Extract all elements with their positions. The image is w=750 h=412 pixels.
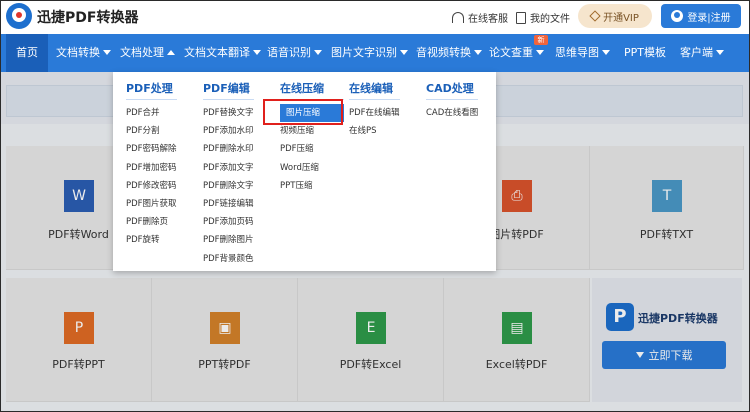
menu-item-pdf-delete-image[interactable]: PDF删除图片 (203, 231, 254, 249)
online-service-label: 在线客服 (468, 14, 508, 25)
nav-client[interactable]: 客户端 (680, 34, 724, 72)
column-heading: PDF处理 (126, 80, 177, 100)
app-logo-icon[interactable] (6, 3, 32, 29)
new-badge: 新 (534, 35, 548, 45)
top-bar: 迅捷PDF转换器 在线客服 我的文件 开通VIP 登录|注册 (0, 0, 750, 34)
headset-icon (452, 12, 464, 23)
my-files-label: 我的文件 (530, 14, 570, 25)
nav-image-text-recognition[interactable]: 图片文字识别 (331, 34, 408, 72)
menu-item-pdf-add-text[interactable]: PDF添加文字 (203, 159, 254, 177)
menu-item-pdf-extract-images[interactable]: PDF图片获取 (126, 195, 177, 213)
menu-item-pdf-remove-password[interactable]: PDF密码解除 (126, 140, 177, 158)
column-heading: 在线压缩 (280, 80, 344, 100)
vip-label: 开通VIP (603, 12, 639, 24)
dropdown-column-pdf-process: PDF处理 PDF合并 PDF分割 PDF密码解除 PDF增加密码 PDF修改密… (126, 80, 177, 250)
menu-item-pdf-link-edit[interactable]: PDF链接编辑 (203, 195, 254, 213)
menu-item-ppt-compress[interactable]: PPT压缩 (280, 177, 344, 195)
dropdown-column-online-edit: 在线编辑 PDF在线编辑 在线PS (349, 80, 400, 140)
login-register-label: 登录|注册 (687, 12, 731, 24)
nav-av-convert[interactable]: 音视频转换 (416, 34, 482, 72)
column-heading: CAD处理 (426, 80, 479, 100)
menu-item-pdf-compress[interactable]: PDF压缩 (280, 140, 344, 158)
nav-home[interactable]: 首页 (6, 34, 48, 72)
menu-item-online-ps[interactable]: 在线PS (349, 122, 400, 140)
menu-item-pdf-rotate[interactable]: PDF旋转 (126, 231, 177, 249)
chevron-down-icon (602, 50, 610, 55)
user-icon (671, 10, 684, 22)
menu-item-pdf-delete-text[interactable]: PDF删除文字 (203, 177, 254, 195)
menu-item-pdf-add-page-number[interactable]: PDF添加页码 (203, 213, 254, 231)
nav-speech-recognition[interactable]: 语音识别 (267, 34, 322, 72)
dropdown-column-pdf-edit: PDF编辑 PDF替换文字 PDF添加水印 PDF删除水印 PDF添加文字 PD… (203, 80, 254, 268)
dropdown-column-cad: CAD处理 CAD在线看图 (426, 80, 479, 122)
diamond-icon (589, 10, 601, 22)
menu-item-pdf-merge[interactable]: PDF合并 (126, 104, 177, 122)
chevron-down-icon (103, 50, 111, 55)
app-title[interactable]: 迅捷PDF转换器 (37, 7, 138, 27)
menu-item-pdf-delete-page[interactable]: PDF删除页 (126, 213, 177, 231)
menu-item-pdf-remove-watermark[interactable]: PDF删除水印 (203, 140, 254, 158)
main-nav: 首页 文档转换 文档处理 文档文本翻译 语音识别 图片文字识别 音视频转换 论文… (0, 34, 750, 72)
chevron-down-icon (314, 50, 322, 55)
chevron-down-icon (400, 50, 408, 55)
login-register-button[interactable]: 登录|注册 (661, 4, 741, 28)
column-heading: 在线编辑 (349, 80, 400, 100)
menu-item-pdf-add-password[interactable]: PDF增加密码 (126, 159, 177, 177)
chevron-down-icon (536, 50, 544, 55)
menu-item-cad-online-view[interactable]: CAD在线看图 (426, 104, 478, 122)
chevron-down-icon (253, 50, 261, 55)
chevron-down-icon (716, 50, 724, 55)
vip-button[interactable]: 开通VIP (578, 4, 652, 28)
menu-item-word-compress[interactable]: Word压缩 (280, 159, 344, 177)
file-icon (516, 11, 526, 24)
nav-doc-convert[interactable]: 文档转换 (56, 34, 111, 72)
my-files-link[interactable]: 我的文件 (516, 10, 570, 25)
menu-item-pdf-background-color[interactable]: PDF背景颜色 (203, 250, 254, 268)
menu-item-pdf-replace-text[interactable]: PDF替换文字 (203, 104, 254, 122)
online-service-link[interactable]: 在线客服 (452, 10, 508, 25)
chevron-down-icon (474, 50, 482, 55)
nav-doc-translate[interactable]: 文档文本翻译 (184, 34, 261, 72)
nav-ppt-template[interactable]: PPT模板 (624, 34, 666, 72)
menu-item-pdf-add-watermark[interactable]: PDF添加水印 (203, 122, 254, 140)
menu-item-pdf-change-password[interactable]: PDF修改密码 (126, 177, 177, 195)
selection-highlight-box (263, 99, 343, 125)
menu-item-pdf-online-edit[interactable]: PDF在线编辑 (349, 104, 400, 122)
nav-doc-process[interactable]: 文档处理 (120, 34, 175, 72)
nav-mind-map[interactable]: 思维导图 (555, 34, 610, 72)
dropdown-column-online-compress: 在线压缩 图片压缩 视频压缩 PDF压缩 Word压缩 PPT压缩 (280, 80, 344, 195)
column-heading: PDF编辑 (203, 80, 254, 100)
menu-item-pdf-split[interactable]: PDF分割 (126, 122, 177, 140)
chevron-up-icon (167, 50, 175, 55)
